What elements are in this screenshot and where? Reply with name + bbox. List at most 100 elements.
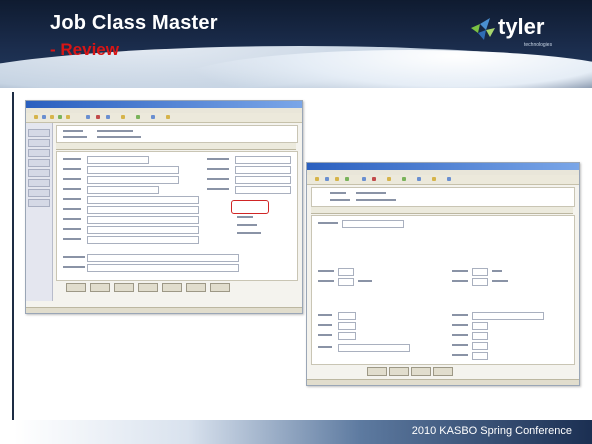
field-input xyxy=(338,332,356,340)
field-label xyxy=(318,270,334,272)
field-label xyxy=(318,280,334,282)
field-input xyxy=(87,206,199,214)
field-label xyxy=(452,334,468,336)
toolbar-icon xyxy=(121,115,125,119)
record-header-panel xyxy=(56,125,298,143)
window-toolbar xyxy=(307,175,579,185)
field-input xyxy=(338,322,356,330)
toolbar-icon xyxy=(136,115,140,119)
field-label xyxy=(452,280,468,282)
window-button xyxy=(66,283,86,292)
sidebar-button xyxy=(28,179,50,187)
tyler-logo: tyler technologies xyxy=(468,12,578,52)
field-label xyxy=(237,224,257,226)
field-label xyxy=(97,130,133,132)
field-label xyxy=(356,199,396,201)
field-input xyxy=(235,186,291,194)
field-input xyxy=(235,176,291,184)
field-label xyxy=(318,334,332,336)
field-input xyxy=(472,278,488,286)
sidebar-button xyxy=(28,129,50,137)
field-label xyxy=(63,136,87,138)
field-label xyxy=(63,266,85,268)
toolbar-icon xyxy=(402,177,406,181)
field-input xyxy=(235,166,291,174)
toolbar-icon xyxy=(50,115,54,119)
field-label xyxy=(207,188,229,190)
field-label xyxy=(63,228,81,230)
sidebar-button xyxy=(28,149,50,157)
field-label xyxy=(318,324,332,326)
window-button xyxy=(367,367,387,376)
field-label xyxy=(492,270,502,272)
field-label xyxy=(318,346,332,348)
field-input xyxy=(472,352,488,360)
toolbar-icon xyxy=(151,115,155,119)
highlight-callout xyxy=(231,200,269,214)
field-input xyxy=(338,268,354,276)
window-button xyxy=(433,367,453,376)
field-label xyxy=(63,178,81,180)
field-label xyxy=(63,130,83,132)
sidebar-button xyxy=(28,199,50,207)
toolbar-icon xyxy=(106,115,110,119)
tyler-logo-icon xyxy=(471,18,495,40)
window-button xyxy=(186,283,206,292)
field-label xyxy=(318,314,332,316)
field-input xyxy=(87,236,199,244)
screenshot-2 xyxy=(306,162,580,386)
field-label xyxy=(356,192,386,194)
toolbar-icon xyxy=(387,177,391,181)
window-button xyxy=(162,283,182,292)
toolbar-icon xyxy=(335,177,339,181)
toolbar-icon xyxy=(447,177,451,181)
toolbar-icon xyxy=(372,177,376,181)
tyler-logo-tagline: technologies xyxy=(524,42,553,48)
toolbar-icon xyxy=(362,177,366,181)
window-button xyxy=(210,283,230,292)
field-label xyxy=(207,168,229,170)
field-label xyxy=(63,208,81,210)
toolbar-icon xyxy=(166,115,170,119)
field-label xyxy=(207,178,229,180)
toolbar-icon xyxy=(96,115,100,119)
window-button xyxy=(389,367,409,376)
sidebar-button xyxy=(28,159,50,167)
screenshot-1 xyxy=(25,100,303,314)
field-label xyxy=(330,192,346,194)
window-sidebar xyxy=(26,123,53,301)
footer-bar: 2010 KASBO Spring Conference xyxy=(14,420,592,444)
toolbar-icon xyxy=(42,115,46,119)
sidebar-button xyxy=(28,139,50,147)
field-input xyxy=(87,226,199,234)
field-label xyxy=(63,188,81,190)
detail-panel xyxy=(311,215,575,365)
field-label xyxy=(452,324,468,326)
footer-text: 2010 KASBO Spring Conference xyxy=(411,425,572,437)
window-titlebar xyxy=(26,101,302,108)
sidebar-button xyxy=(28,169,50,177)
toolbar-icon xyxy=(315,177,319,181)
field-input xyxy=(338,312,356,320)
field-input xyxy=(235,156,291,164)
slide-subtitle: - Review xyxy=(50,40,119,59)
window-button xyxy=(138,283,158,292)
field-input xyxy=(87,264,239,272)
field-input xyxy=(87,216,199,224)
field-label xyxy=(63,158,81,160)
window-titlebar xyxy=(307,163,579,170)
field-input xyxy=(87,186,159,194)
header-banner: Job Class Master - Review tyler technolo… xyxy=(0,0,592,88)
field-input xyxy=(472,342,488,350)
field-input xyxy=(342,220,404,228)
field-label xyxy=(207,158,229,160)
field-input xyxy=(472,268,488,276)
field-label xyxy=(358,280,372,282)
detail-panel xyxy=(56,151,298,281)
field-label xyxy=(63,238,81,240)
field-input xyxy=(338,278,354,286)
toolbar-icon xyxy=(86,115,90,119)
field-label xyxy=(237,216,253,218)
field-label xyxy=(97,136,141,138)
field-input xyxy=(472,322,488,330)
